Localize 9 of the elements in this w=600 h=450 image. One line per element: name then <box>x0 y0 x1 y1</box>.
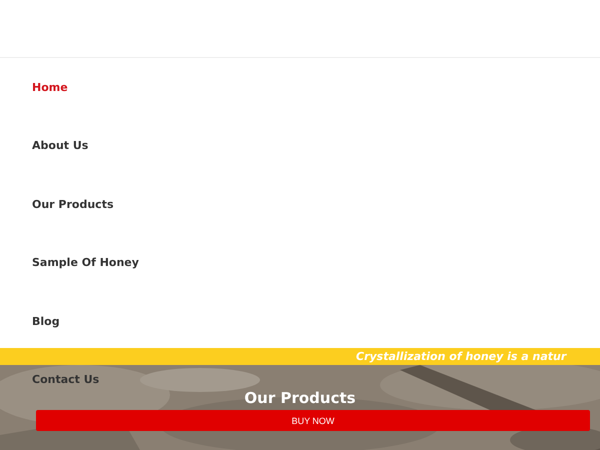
nav-link[interactable]: About Us <box>32 116 88 175</box>
nav-link[interactable]: Our Products <box>32 175 114 234</box>
nav-link[interactable]: Blog <box>32 292 60 350</box>
nav-link[interactable]: Sample Of Honey <box>32 234 139 292</box>
section-heading: Our Products <box>243 389 357 407</box>
nav-link[interactable]: Contact Us <box>32 350 100 409</box>
buy-now-button[interactable]: BUY NOW <box>36 410 590 431</box>
ticker-text: Crystallization of honey is a natur <box>356 350 566 363</box>
nav-link[interactable]: Home <box>32 58 68 116</box>
